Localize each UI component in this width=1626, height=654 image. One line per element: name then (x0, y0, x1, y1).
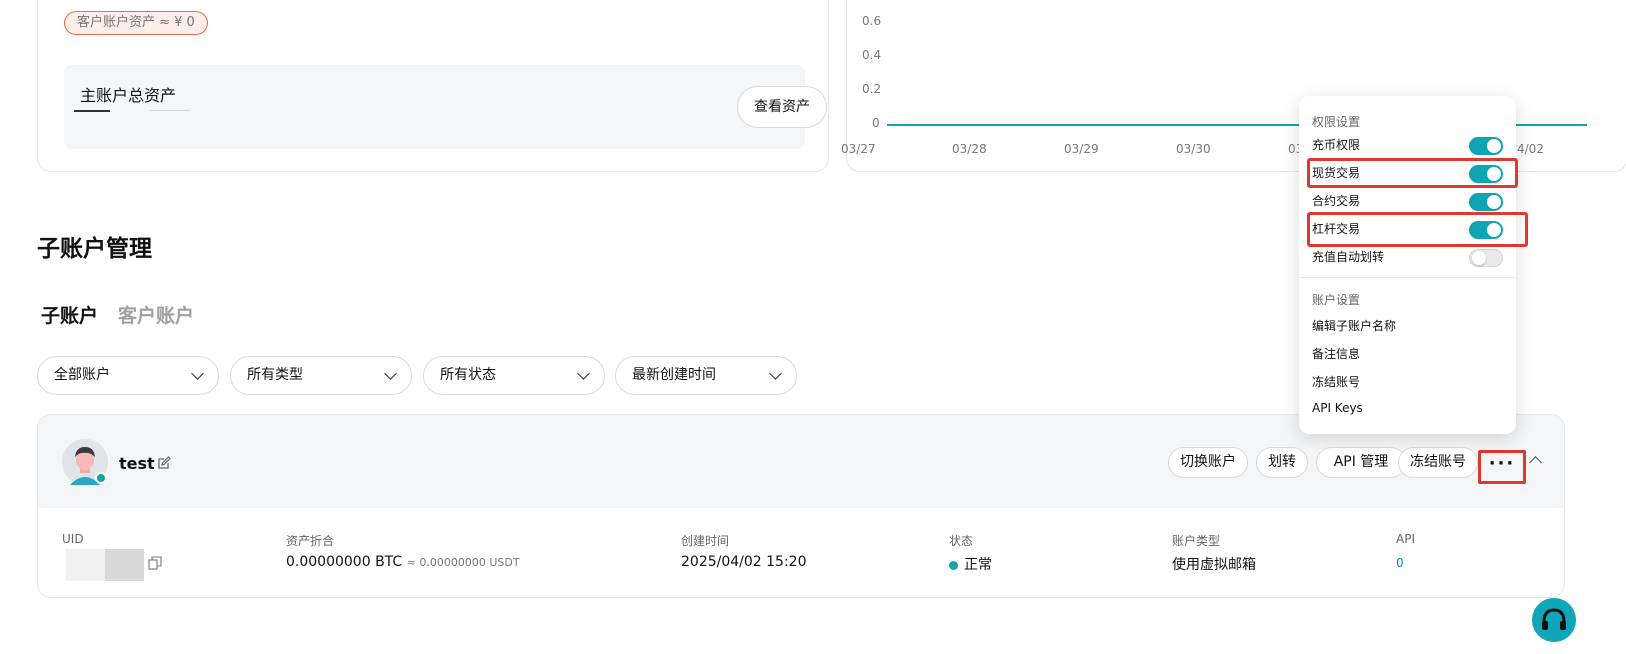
title-underline-secondary (150, 110, 190, 111)
highlight-spot-trading (1307, 158, 1518, 188)
tab-client-accounts[interactable]: 客户账户 (118, 301, 194, 328)
toggle-knob (1472, 251, 1486, 265)
menu-item-freeze[interactable]: 冻结账号 (1312, 373, 1360, 390)
freeze-account-button[interactable]: 冻结账号 (1398, 447, 1478, 478)
y-tick-0: 0 (872, 116, 880, 130)
x-tick-label: 03/30 (1176, 142, 1211, 156)
x-tick-label: 03/28 (952, 142, 987, 156)
dropdown-divider (1299, 277, 1516, 278)
filter-type-select[interactable]: 所有类型 (230, 356, 412, 395)
tab-sub-accounts[interactable]: 子账户 (41, 301, 98, 328)
sub-account-card: test 切换账户 划转 API 管理 冻结账号 ··· UID 资产折合 0.… (37, 414, 1565, 598)
x-tick-label: 03/29 (1064, 142, 1099, 156)
uid-label: UID (62, 532, 84, 546)
y-tick-0.4: 0.4 (862, 48, 882, 62)
x-tick-label: 03/27 (841, 142, 876, 156)
status-dot (949, 560, 958, 570)
filter-label: 最新创建时间 (632, 367, 716, 383)
copy-icon[interactable] (148, 556, 162, 570)
perm-deposit-toggle[interactable] (1469, 137, 1503, 155)
permissions-header: 权限设置 (1312, 115, 1361, 129)
toggle-knob (1487, 139, 1501, 153)
api-label: API (1396, 532, 1415, 546)
chevron-down-icon (577, 367, 590, 380)
perm-futures-toggle[interactable] (1469, 193, 1503, 211)
chevron-up-icon[interactable] (1529, 456, 1542, 469)
perm-auto-transfer-toggle[interactable] (1469, 249, 1503, 267)
menu-item-remark[interactable]: 备注信息 (1312, 345, 1360, 362)
x-tick-label: 4/02 (1517, 142, 1544, 156)
status-text: 正常 (964, 557, 992, 573)
filter-account-select[interactable]: 全部账户 (37, 356, 219, 395)
switch-account-button[interactable]: 切换账户 (1168, 447, 1248, 478)
chevron-down-icon (384, 367, 397, 380)
assets-label: 资产折合 (286, 534, 335, 548)
account-settings-header: 账户设置 (1312, 293, 1361, 307)
title-underline (74, 110, 110, 112)
y-tick-0.6: 0.6 (862, 14, 882, 28)
assets-btc: 0.00000000 BTC (286, 554, 403, 570)
headset-icon (1542, 608, 1566, 630)
more-options-dropdown: 权限设置 充币权限 现货交易 合约交易 杠杆交易 充值自动划转 账户设置 编辑子… (1299, 96, 1516, 434)
sub-account-name: test (119, 454, 155, 473)
perm-futures-label: 合约交易 (1312, 194, 1361, 208)
created-value: 2025/04/02 15:20 (681, 554, 807, 570)
assets-value: 0.00000000 BTC ≈ 0.00000000 USDT (286, 554, 520, 570)
account-type-label: 账户类型 (1172, 534, 1221, 548)
more-options-button[interactable]: ··· (1478, 450, 1526, 484)
main-account-assets-panel: 主账户总资产 查看资产 (64, 65, 827, 149)
account-type-value: 使用虚拟邮箱 (1172, 557, 1256, 573)
menu-item-edit-name[interactable]: 编辑子账户名称 (1312, 317, 1396, 334)
perm-auto-transfer-label: 充值自动划转 (1312, 250, 1385, 264)
edit-icon[interactable] (157, 456, 171, 470)
perm-deposit-label: 充币权限 (1312, 138, 1361, 152)
page-section-title: 子账户管理 (37, 236, 152, 262)
assets-usdt: ≈ 0.00000000 USDT (406, 556, 520, 569)
online-status-dot (95, 472, 107, 484)
filter-label: 全部账户 (54, 367, 110, 383)
chevron-down-icon (191, 367, 204, 380)
transfer-button[interactable]: 划转 (1256, 447, 1308, 478)
api-management-button[interactable]: API 管理 (1316, 447, 1406, 478)
main-assets-title: 主账户总资产 (80, 86, 177, 105)
y-tick-0.2: 0.2 (862, 82, 882, 96)
view-assets-button[interactable]: 查看资产 (737, 86, 827, 128)
assets-card: 客户账户资产 ≈ ¥ 0 主账户总资产 查看资产 (37, 0, 829, 172)
filter-sort-select[interactable]: 最新创建时间 (615, 356, 797, 395)
status-label: 状态 (949, 534, 974, 548)
client-assets-badge: 客户账户资产 ≈ ¥ 0 (64, 11, 208, 35)
api-count-link[interactable]: 0 (1396, 556, 1404, 570)
uid-value-masked (66, 549, 144, 581)
created-label: 创建时间 (681, 534, 730, 548)
highlight-margin-trading (1307, 212, 1528, 247)
chevron-down-icon (769, 367, 782, 380)
status-value: 正常 (949, 554, 992, 574)
menu-item-api-keys[interactable]: API Keys (1312, 401, 1363, 415)
customer-support-button[interactable] (1532, 598, 1576, 642)
filter-status-select[interactable]: 所有状态 (423, 356, 605, 395)
filter-label: 所有类型 (247, 367, 303, 383)
toggle-knob (1487, 195, 1501, 209)
filter-label: 所有状态 (440, 367, 496, 383)
